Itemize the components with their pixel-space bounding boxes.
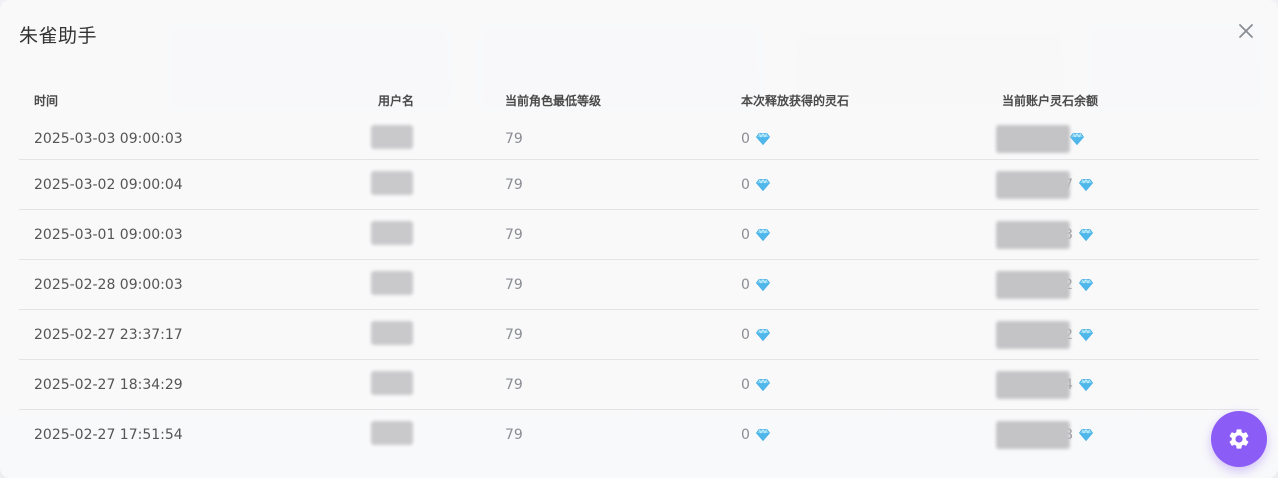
balance-cell: 4 [996,370,1093,399]
level-cell: 79 [505,276,523,293]
diamond-icon [1078,429,1093,441]
diamond-icon [755,278,770,291]
diamond-icon [755,178,770,191]
username-cell [371,270,413,299]
username-cell [371,370,413,399]
gear-icon [1229,429,1249,449]
username-cell [371,421,413,449]
diamond-icon [1078,228,1093,241]
redacted-username [371,170,413,195]
close-icon [1239,24,1253,38]
gain-cell: 0 [741,427,770,443]
gain-value: 0 [741,276,750,293]
level-cell: 79 [505,226,523,243]
username-cell [371,220,413,249]
redacted-balance [996,370,1070,399]
diamond-icon [755,328,770,341]
diamond-icon [1078,278,1093,291]
balance-cell [996,124,1084,153]
column-header-time: 时间 [34,94,59,108]
redacted-balance [996,320,1070,349]
redacted-balance [996,124,1070,153]
time-cell: 2025-03-02 09:00:04 [34,176,183,193]
table-row: 2025-02-27 23:37:17 79 0 2 [19,310,1259,360]
table-row: 2025-02-27 18:34:29 79 0 4 [19,360,1259,410]
username-cell [371,170,413,199]
gain-cell: 0 [741,277,770,293]
redacted-balance [996,170,1070,199]
redacted-balance [996,270,1070,299]
redacted-username [371,270,413,295]
redacted-username [371,421,413,445]
diamond-icon [1078,178,1093,191]
gain-value: 0 [741,226,750,243]
diamond-icon [1070,132,1084,145]
diamond-icon [1078,378,1093,391]
balance-cell: 2 [996,270,1093,299]
level-cell: 79 [505,376,523,393]
diamond-icon [755,228,770,241]
records-dialog: 朱雀助手 时间 用户名 当前角色最低等级 本次释放获得的灵石 当前账户灵石余额 … [0,0,1278,478]
redacted-username [371,124,413,149]
dialog-title: 朱雀助手 [19,25,98,47]
table-header: 时间 用户名 当前角色最低等级 本次释放获得的灵石 当前账户灵石余额 [19,82,1259,118]
time-cell: 2025-02-27 18:34:29 [34,376,183,393]
gain-value: 0 [741,427,750,443]
table-row: 2025-02-28 09:00:03 79 0 2 [19,260,1259,310]
balance-cell: 3 [996,220,1093,249]
time-cell: 2025-02-27 23:37:17 [34,326,183,343]
column-header-username: 用户名 [378,94,415,108]
username-cell [371,124,413,153]
column-header-min-level: 当前角色最低等级 [505,94,602,108]
level-cell: 79 [505,176,523,193]
gain-cell: 0 [741,177,770,193]
gain-value: 0 [741,130,750,147]
gain-value: 0 [741,376,750,393]
diamond-icon [755,132,770,145]
time-cell: 2025-03-03 09:00:03 [34,130,183,147]
level-cell: 79 [505,326,523,343]
balance-cell: 7 [996,170,1093,199]
column-header-balance: 当前账户灵石余额 [1002,94,1099,108]
gain-value: 0 [741,176,750,193]
redacted-username [371,320,413,345]
gain-cell: 0 [741,377,770,393]
diamond-icon [755,378,770,391]
time-cell: 2025-02-27 17:51:54 [34,427,183,443]
table-body: 2025-03-03 09:00:03 79 0 2025-03-02 09:00:0… [19,118,1259,460]
column-header-gain: 本次释放获得的灵石 [741,94,850,108]
level-cell: 79 [505,130,523,147]
records-table: 时间 用户名 当前角色最低等级 本次释放获得的灵石 当前账户灵石余额 2025-… [19,82,1259,460]
diamond-icon [755,429,770,441]
redacted-balance [996,220,1070,249]
time-cell: 2025-02-28 09:00:03 [34,276,183,293]
redacted-balance [996,421,1070,449]
level-cell: 79 [505,427,523,443]
redacted-username [371,370,413,395]
balance-cell: 2 [996,320,1093,349]
table-row: 2025-03-03 09:00:03 79 0 [19,118,1259,160]
gain-value: 0 [741,326,750,343]
time-cell: 2025-03-01 09:00:03 [34,226,183,243]
table-row: 2025-03-01 09:00:03 79 0 3 [19,210,1259,260]
gain-cell: 0 [741,227,770,243]
diamond-icon [1078,328,1093,341]
username-cell [371,320,413,349]
settings-button[interactable] [1211,411,1267,467]
gain-cell: 0 [741,131,770,147]
table-row: 2025-02-27 17:51:54 79 0 8 [19,410,1259,460]
redacted-username [371,220,413,245]
table-row: 2025-03-02 09:00:04 79 0 7 [19,160,1259,210]
balance-cell: 8 [996,421,1093,449]
gain-cell: 0 [741,327,770,343]
close-button[interactable] [1236,21,1256,41]
